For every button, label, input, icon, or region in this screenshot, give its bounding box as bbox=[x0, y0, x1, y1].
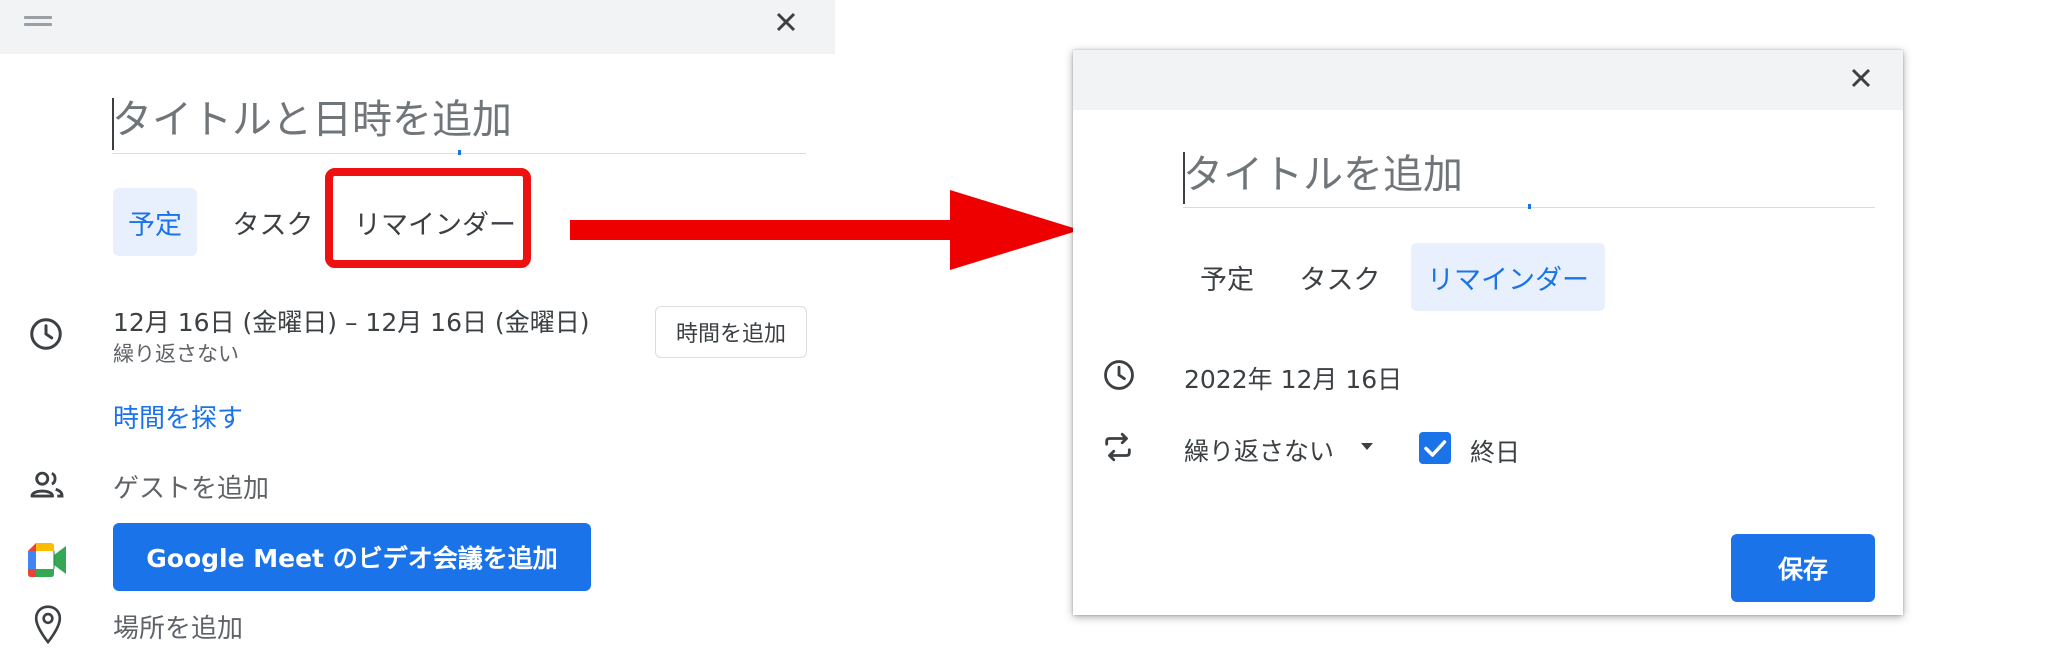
repeat-icon bbox=[1101, 430, 1135, 464]
tab-task[interactable]: タスク bbox=[213, 188, 333, 256]
repeat-text[interactable]: 繰り返さない bbox=[113, 338, 239, 368]
drag-handle-icon[interactable] bbox=[24, 16, 52, 28]
tab-reminder[interactable]: リマインダー bbox=[1411, 243, 1605, 311]
repeat-dropdown[interactable]: 繰り返さない bbox=[1184, 432, 1334, 468]
people-icon bbox=[28, 466, 66, 504]
event-dialog-left: 予定 タスク リマインダー 12月 16日 (金曜日) – 12月 16日 (金… bbox=[0, 0, 835, 657]
tab-event[interactable]: 予定 bbox=[1187, 243, 1267, 311]
reminder-date[interactable]: 2022年 12月 16日 bbox=[1184, 360, 1402, 396]
all-day-checkbox[interactable] bbox=[1419, 432, 1451, 464]
clock-icon bbox=[1102, 358, 1136, 392]
close-icon[interactable] bbox=[1841, 58, 1881, 98]
add-time-button[interactable]: 時間を追加 bbox=[655, 306, 807, 358]
add-meet-button[interactable]: Google Meet のビデオ会議を追加 bbox=[113, 523, 591, 591]
add-location[interactable]: 場所を追加 bbox=[113, 608, 243, 645]
title-input[interactable] bbox=[1183, 145, 1863, 205]
all-day-label: 終日 bbox=[1470, 438, 1521, 467]
save-button[interactable]: 保存 bbox=[1731, 534, 1875, 602]
dialog-header bbox=[0, 0, 835, 54]
title-input[interactable] bbox=[112, 90, 802, 150]
tab-event[interactable]: 予定 bbox=[113, 188, 197, 256]
event-dialog-right: 予定 タスク リマインダー 2022年 12月 16日 繰り返さない 終日 保存 bbox=[1073, 50, 1903, 615]
red-arrow bbox=[570, 190, 1080, 270]
add-guests[interactable]: ゲストを追加 bbox=[113, 468, 269, 505]
text-caret bbox=[1183, 152, 1185, 204]
tab-task[interactable]: タスク bbox=[1280, 243, 1400, 311]
checkmark-icon bbox=[1424, 440, 1447, 457]
clock-icon bbox=[28, 316, 64, 352]
dropdown-arrow-icon[interactable] bbox=[1359, 440, 1375, 452]
focus-indicator bbox=[1528, 204, 1531, 209]
dialog-header bbox=[1073, 50, 1903, 110]
find-time-link[interactable]: 時間を探す bbox=[113, 398, 243, 435]
date-range[interactable]: 12月 16日 (金曜日) – 12月 16日 (金曜日) bbox=[113, 303, 589, 339]
focus-indicator bbox=[458, 150, 461, 155]
close-icon[interactable] bbox=[766, 2, 806, 42]
text-caret bbox=[112, 98, 114, 150]
location-pin-icon bbox=[32, 604, 64, 646]
reminder-tab-highlight bbox=[325, 168, 531, 268]
google-meet-icon bbox=[28, 543, 68, 577]
